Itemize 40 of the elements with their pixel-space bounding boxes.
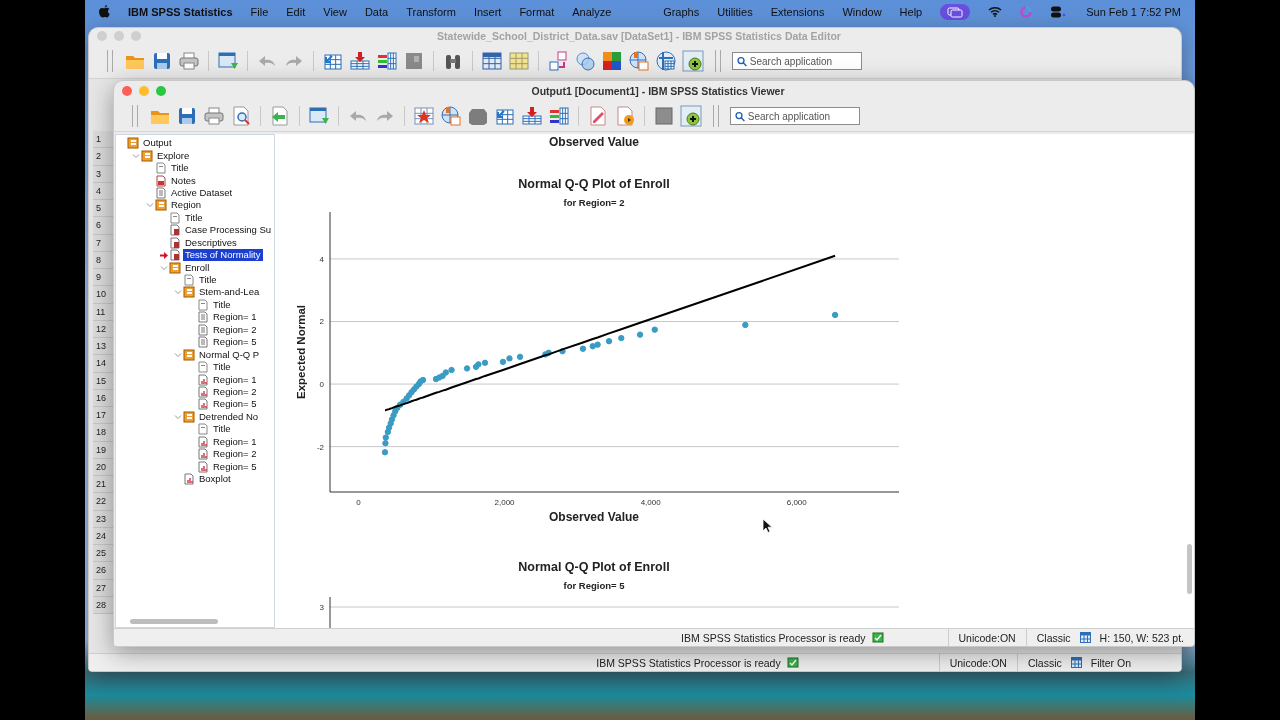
tick-label: 2,000 — [494, 498, 515, 507]
status-size: H: 150, W: 523 pt. — [1098, 631, 1185, 644]
row-number: 21 — [93, 476, 115, 494]
status-filter: Filter On — [1089, 656, 1132, 669]
axis-title: Expected Normal — [295, 305, 307, 399]
tick-label: -2 — [316, 442, 324, 452]
status-encoding: Unicode:ON — [948, 656, 1008, 669]
tick-label: 4 — [319, 254, 324, 264]
tick-label: 0 — [356, 498, 361, 507]
row-number: 25 — [93, 545, 115, 563]
window-title: Statewide_School_District_Data.sav [DataSet1] - IBM SPSS Statistics Data Editor — [437, 30, 841, 42]
tick-label: 4,000 — [640, 498, 661, 507]
tick-label: 0 — [319, 380, 324, 390]
chart-title: Normal Q-Q Plot of Enroll — [518, 177, 670, 191]
row-number: 18 — [93, 424, 115, 442]
tick-label: 2 — [319, 317, 324, 327]
row-number: 2 — [93, 148, 115, 166]
row-number: 17 — [93, 407, 115, 425]
status-mode: Classic — [1035, 631, 1072, 644]
row-number: 6 — [93, 217, 115, 235]
status-message: IBM SPSS Statistics Processor is ready — [595, 656, 782, 669]
row-number: 9 — [93, 269, 115, 287]
row-number: 10 — [93, 286, 115, 304]
row-number: 5 — [93, 200, 115, 218]
row-number: 14 — [93, 355, 115, 373]
row-number: 13 — [93, 338, 115, 356]
status-encoding: Unicode:ON — [957, 631, 1017, 644]
row-number: 26 — [93, 562, 115, 580]
axis-title: Observed Value — [548, 135, 639, 149]
window-title: Output1 [Document1] - IBM SPSS Statistics Viewer — [531, 85, 785, 97]
axis-title: Observed Value — [548, 510, 639, 524]
chart-title: Normal Q-Q Plot of Enroll — [518, 560, 670, 574]
status-message: IBM SPSS Statistics Processor is ready — [680, 631, 867, 644]
tick-label: 6,000 — [786, 498, 807, 507]
row-number: 22 — [93, 493, 115, 511]
chart-subtitle: for Region= 2 — [563, 197, 625, 208]
chart-subtitle: for Region= 5 — [563, 580, 625, 591]
tick-label: 3 — [319, 603, 324, 612]
row-number: 1 — [93, 131, 115, 149]
status-mode: Classic — [1026, 656, 1063, 669]
